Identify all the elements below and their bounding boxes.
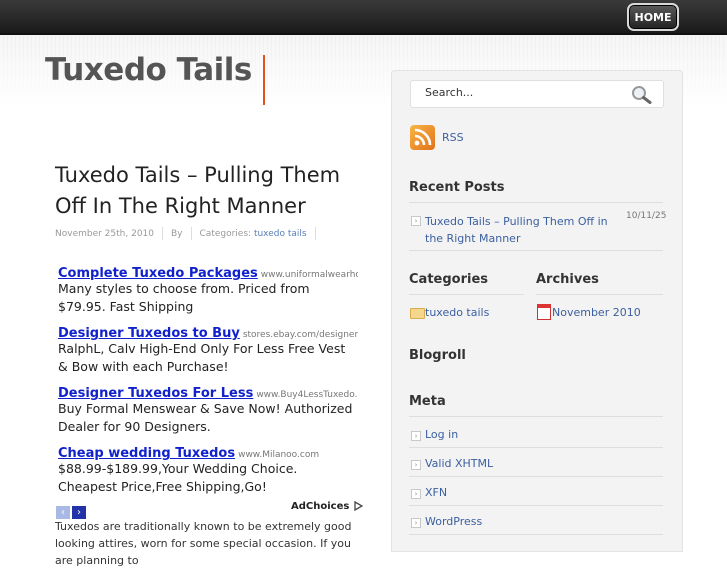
rss-icon-glyph	[414, 128, 432, 146]
recent-post-date: 10/11/25	[626, 211, 667, 221]
top-nav-bar	[0, 0, 727, 35]
ad-title-link[interactable]: Complete Tuxedo Packages	[58, 266, 258, 280]
heading-rule	[409, 202, 663, 203]
heading-rule	[409, 294, 524, 295]
arrow-icon: ›	[411, 460, 421, 470]
adchoices-label: AdChoices	[291, 501, 350, 512]
category-link[interactable]: tuxedo tails	[425, 306, 489, 319]
ad-pager: ‹ ›	[56, 500, 88, 519]
categories-heading: Categories	[409, 272, 489, 287]
ad-item: Cheap wedding Tuxedos www.Milanoo.com $88…	[58, 442, 358, 496]
site-title[interactable]: Tuxedo Tails	[45, 52, 252, 88]
ad-description: Buy Formal Menswear & Save Now! Authoriz…	[58, 401, 353, 434]
post-date: November 25th, 2010	[55, 229, 154, 239]
meta-link-xhtml[interactable]: Valid XHTML	[425, 457, 493, 470]
ad-description: $88.99-$189.99,Your Wedding Choice. Chea…	[58, 461, 298, 494]
ad-description: RalphL, Calv High-End Only For Less Free…	[58, 341, 346, 374]
adchoices-icon	[354, 500, 364, 512]
ad-title-link[interactable]: Designer Tuxedos to Buy	[58, 326, 240, 340]
meta-divider	[190, 227, 192, 240]
arrow-icon: ›	[411, 431, 421, 441]
title-accent-bar	[263, 55, 265, 105]
meta-link-login[interactable]: Log in	[425, 428, 458, 441]
list-rule	[409, 476, 663, 477]
heading-rule	[536, 294, 663, 295]
ad-description: Many styles to choose from. Priced from …	[58, 281, 310, 314]
meta-divider	[314, 227, 316, 240]
rss-icon[interactable]	[410, 125, 435, 150]
adchoices-link[interactable]: AdChoices	[291, 500, 364, 512]
ad-url[interactable]: stores.ebay.com/designer-tuxes	[243, 330, 358, 340]
ad-block: Complete Tuxedo Packages www.uniformalwea…	[58, 262, 358, 502]
arrow-icon: ›	[411, 216, 421, 226]
archives-heading: Archives	[536, 272, 599, 287]
search-input[interactable]	[423, 85, 627, 100]
ad-url[interactable]: www.Milanoo.com	[238, 450, 319, 460]
meta-link-wordpress[interactable]: WordPress	[425, 515, 482, 528]
heading-rule	[409, 416, 663, 417]
folder-icon	[410, 308, 425, 319]
recent-post-link[interactable]: Tuxedo Tails – Pulling Them Off in the R…	[425, 213, 620, 247]
list-rule	[409, 447, 663, 448]
blogroll-heading: Blogroll	[409, 348, 466, 363]
search-icon[interactable]	[631, 85, 653, 104]
meta-link-xfn[interactable]: XFN	[425, 486, 447, 499]
post-category-link[interactable]: tuxedo tails	[254, 229, 307, 239]
calendar-icon	[537, 304, 551, 320]
rss-link[interactable]: RSS	[442, 131, 464, 144]
ad-title-link[interactable]: Cheap wedding Tuxedos	[58, 446, 235, 460]
archive-link[interactable]: November 2010	[552, 306, 641, 319]
list-rule	[409, 505, 663, 506]
list-rule	[409, 534, 663, 535]
post-body: Tuxedos are traditionally known to be ex…	[55, 520, 352, 567]
arrow-icon: ›	[411, 518, 421, 528]
ad-item: Designer Tuxedos For Less www.Buy4LessTux…	[58, 382, 358, 436]
ad-item: Complete Tuxedo Packages www.uniformalwea…	[58, 262, 358, 316]
post-title[interactable]: Tuxedo Tails – Pulling Them Off In The R…	[55, 160, 365, 222]
recent-posts-heading: Recent Posts	[409, 180, 505, 195]
ad-title-link[interactable]: Designer Tuxedos For Less	[58, 386, 253, 400]
ad-url[interactable]: www.uniformalwearhouse.com	[261, 270, 358, 280]
ad-item: Designer Tuxedos to Buy stores.ebay.com/d…	[58, 322, 358, 376]
list-rule	[409, 250, 663, 251]
meta-divider	[162, 227, 163, 240]
home-button[interactable]: HOME	[627, 3, 679, 31]
post-author-label: By	[171, 229, 183, 239]
ad-url[interactable]: www.Buy4LessTuxedo.com	[256, 390, 358, 400]
arrow-icon: ›	[411, 489, 421, 499]
search-box	[410, 80, 664, 108]
meta-heading: Meta	[409, 394, 446, 409]
post-meta: November 25th, 2010 By Categories: tuxedo …	[55, 227, 324, 240]
post-categories-label: Categories:	[199, 229, 252, 239]
